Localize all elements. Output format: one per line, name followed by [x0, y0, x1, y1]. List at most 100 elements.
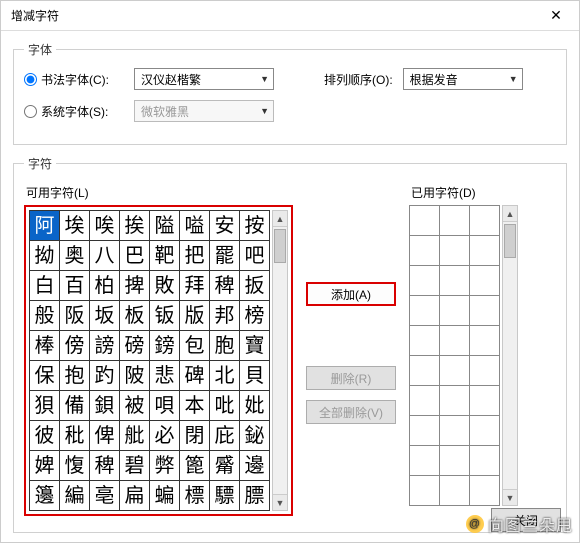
- scroll-up-icon[interactable]: ▲: [273, 211, 287, 227]
- char-cell[interactable]: 閉: [180, 421, 210, 451]
- close-icon[interactable]: ✕: [541, 7, 571, 24]
- char-cell[interactable]: 百: [60, 271, 90, 301]
- char-cell[interactable]: 貝: [240, 361, 270, 391]
- char-cell[interactable]: 吡: [210, 391, 240, 421]
- used-cell[interactable]: [410, 326, 440, 356]
- char-cell[interactable]: 亳: [90, 481, 120, 511]
- calligraphy-radio-input[interactable]: [24, 73, 37, 86]
- char-cell[interactable]: 把: [180, 241, 210, 271]
- scroll-thumb[interactable]: [504, 224, 516, 258]
- char-cell[interactable]: 碧: [120, 451, 150, 481]
- system-radio[interactable]: 系统字体(S):: [24, 103, 124, 120]
- char-cell[interactable]: 靶: [150, 241, 180, 271]
- used-cell[interactable]: [470, 206, 500, 236]
- char-cell[interactable]: 按: [240, 211, 270, 241]
- char-cell[interactable]: 吧: [240, 241, 270, 271]
- used-cell[interactable]: [440, 296, 470, 326]
- char-cell[interactable]: 庇: [210, 421, 240, 451]
- calligraphy-font-select[interactable]: 汉仪赵楷繁 ▼: [134, 68, 274, 90]
- used-cell[interactable]: [470, 416, 500, 446]
- used-cell[interactable]: [440, 356, 470, 386]
- used-scrollbar[interactable]: ▲ ▼: [502, 205, 518, 506]
- char-cell[interactable]: 碑: [180, 361, 210, 391]
- close-button[interactable]: 关闭: [491, 508, 561, 532]
- char-cell[interactable]: 俾: [90, 421, 120, 451]
- char-cell[interactable]: 編: [60, 481, 90, 511]
- used-cell[interactable]: [440, 416, 470, 446]
- char-cell[interactable]: 嗌: [180, 211, 210, 241]
- char-cell[interactable]: 必: [150, 421, 180, 451]
- char-cell[interactable]: 邊: [240, 451, 270, 481]
- char-cell[interactable]: 胞: [210, 331, 240, 361]
- char-cell[interactable]: 八: [90, 241, 120, 271]
- char-cell[interactable]: 狽: [30, 391, 60, 421]
- used-cell[interactable]: [470, 446, 500, 476]
- char-cell[interactable]: 唉: [90, 211, 120, 241]
- char-cell[interactable]: 榜: [240, 301, 270, 331]
- char-cell[interactable]: 妣: [240, 391, 270, 421]
- char-cell[interactable]: 膘: [240, 481, 270, 511]
- order-select[interactable]: 根据发音 ▼: [403, 68, 523, 90]
- used-cell[interactable]: [470, 236, 500, 266]
- char-cell[interactable]: 舭: [120, 421, 150, 451]
- char-cell[interactable]: 阿: [30, 211, 60, 241]
- char-cell[interactable]: 鉍: [240, 421, 270, 451]
- char-cell[interactable]: 標: [180, 481, 210, 511]
- char-cell[interactable]: 鋇: [90, 391, 120, 421]
- scroll-down-icon[interactable]: ▼: [503, 489, 517, 505]
- char-cell[interactable]: 鎊: [150, 331, 180, 361]
- system-radio-input[interactable]: [24, 105, 37, 118]
- scroll-up-icon[interactable]: ▲: [503, 206, 517, 222]
- char-cell[interactable]: 寶: [240, 331, 270, 361]
- calligraphy-radio[interactable]: 书法字体(C):: [24, 71, 124, 88]
- used-cell[interactable]: [470, 476, 500, 506]
- char-cell[interactable]: 板: [120, 301, 150, 331]
- char-cell[interactable]: 傍: [60, 331, 90, 361]
- used-cell[interactable]: [410, 356, 440, 386]
- char-cell[interactable]: 被: [120, 391, 150, 421]
- char-cell[interactable]: 奥: [60, 241, 90, 271]
- char-cell[interactable]: 挨: [120, 211, 150, 241]
- char-cell[interactable]: 坂: [90, 301, 120, 331]
- used-cell[interactable]: [440, 476, 470, 506]
- char-cell[interactable]: 阪: [60, 301, 90, 331]
- used-cell[interactable]: [440, 206, 470, 236]
- char-cell[interactable]: 稗: [90, 451, 120, 481]
- char-cell[interactable]: 包: [180, 331, 210, 361]
- char-cell[interactable]: 陂: [120, 361, 150, 391]
- used-cell[interactable]: [410, 266, 440, 296]
- used-cell[interactable]: [440, 236, 470, 266]
- add-button[interactable]: 添加(A): [306, 282, 396, 306]
- char-cell[interactable]: 柏: [90, 271, 120, 301]
- used-grid[interactable]: [409, 205, 500, 506]
- scroll-thumb[interactable]: [274, 229, 286, 263]
- used-cell[interactable]: [410, 236, 440, 266]
- used-cell[interactable]: [410, 386, 440, 416]
- scroll-down-icon[interactable]: ▼: [273, 494, 287, 510]
- char-cell[interactable]: 埃: [60, 211, 90, 241]
- used-cell[interactable]: [470, 266, 500, 296]
- char-cell[interactable]: 白: [30, 271, 60, 301]
- char-cell[interactable]: 拜: [180, 271, 210, 301]
- char-cell[interactable]: 蝙: [150, 481, 180, 511]
- char-cell[interactable]: 稗: [210, 271, 240, 301]
- char-cell[interactable]: 扁: [120, 481, 150, 511]
- used-cell[interactable]: [470, 326, 500, 356]
- char-cell[interactable]: 驃: [210, 481, 240, 511]
- used-cell[interactable]: [470, 386, 500, 416]
- char-cell[interactable]: 秕: [60, 421, 90, 451]
- char-cell[interactable]: 愎: [60, 451, 90, 481]
- available-grid[interactable]: 阿埃唉挨隘嗌安按拗奥八巴靶把罷吧白百柏捭敗拜稗扳般阪坂板钣版邦榜棒傍謗磅鎊包胞寶…: [29, 210, 270, 511]
- char-cell[interactable]: 邦: [210, 301, 240, 331]
- char-cell[interactable]: 備: [60, 391, 90, 421]
- used-cell[interactable]: [410, 416, 440, 446]
- used-cell[interactable]: [440, 446, 470, 476]
- available-scrollbar[interactable]: ▲ ▼: [272, 210, 288, 511]
- char-cell[interactable]: 巴: [120, 241, 150, 271]
- char-cell[interactable]: 弊: [150, 451, 180, 481]
- char-cell[interactable]: 拗: [30, 241, 60, 271]
- char-cell[interactable]: 安: [210, 211, 240, 241]
- used-cell[interactable]: [440, 386, 470, 416]
- char-cell[interactable]: 钣: [150, 301, 180, 331]
- char-cell[interactable]: 磅: [120, 331, 150, 361]
